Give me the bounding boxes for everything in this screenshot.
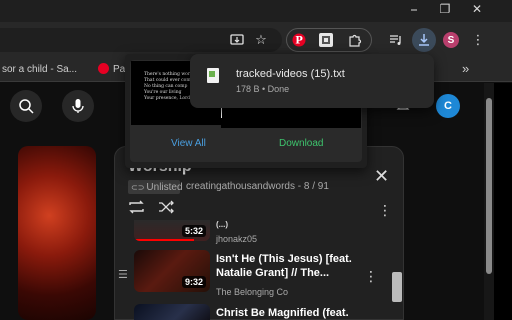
video-channel[interactable]: jhonakz05 bbox=[216, 234, 257, 244]
puzzle-icon[interactable] bbox=[344, 29, 366, 51]
close-playlist-button[interactable]: ✕ bbox=[374, 166, 389, 187]
search-button[interactable] bbox=[10, 90, 42, 122]
video-title[interactable]: (...) bbox=[216, 218, 358, 232]
video-player-thumbnail[interactable] bbox=[18, 146, 96, 320]
youtube-account-avatar[interactable]: C bbox=[436, 94, 460, 118]
watch-progress-bar bbox=[134, 239, 194, 241]
close-icon: ✕ bbox=[471, 2, 483, 16]
drag-handle-icon[interactable]: ☰ bbox=[118, 268, 128, 281]
download-filename[interactable]: tracked-videos (15).txt bbox=[236, 68, 345, 80]
visibility-label: Unlisted bbox=[146, 181, 183, 193]
window-edge bbox=[494, 83, 512, 320]
page-scrollbar-thumb[interactable] bbox=[486, 98, 492, 274]
playlist-more-icon[interactable]: ⋮ bbox=[378, 202, 392, 219]
view-all-button[interactable]: View All bbox=[171, 138, 206, 149]
link-icon: ⊂⊃ bbox=[131, 182, 145, 192]
text-file-icon bbox=[207, 68, 219, 83]
video-more-icon[interactable]: ⋮ bbox=[364, 268, 378, 285]
microphone-icon bbox=[72, 99, 84, 113]
playlist-scrollbar[interactable] bbox=[392, 272, 402, 302]
download-bubble bbox=[190, 54, 434, 108]
video-thumbnail[interactable]: 9:32 bbox=[134, 250, 210, 292]
visibility-badge: ⊂⊃ Unlisted bbox=[128, 180, 183, 194]
bookmark-item-1[interactable]: sor a child - Sa... bbox=[2, 64, 77, 75]
profile-avatar[interactable]: S bbox=[443, 32, 459, 48]
playlist-position: - 8 / 91 bbox=[297, 181, 329, 192]
bookmarks-overflow-button[interactable]: » bbox=[462, 61, 469, 76]
playlist-owner[interactable]: creatingathousandwords bbox=[186, 181, 295, 192]
restore-button[interactable]: ❐ bbox=[428, 0, 462, 18]
preview-strip bbox=[221, 108, 361, 128]
loop-icon[interactable] bbox=[128, 200, 145, 218]
video-duration: 9:32 bbox=[181, 276, 206, 288]
profile-letter: S bbox=[447, 34, 455, 46]
extension-custom-icon[interactable] bbox=[315, 29, 337, 51]
close-window-button[interactable]: ✕ bbox=[460, 0, 494, 18]
account-letter: C bbox=[444, 100, 452, 112]
restore-icon: ❐ bbox=[439, 2, 451, 16]
playlist-meta: creatingathousandwords - 8 / 91 bbox=[186, 181, 329, 192]
media-controls-icon[interactable] bbox=[385, 29, 407, 51]
video-channel[interactable]: The Belonging Co bbox=[216, 287, 288, 297]
minimize-button[interactable]: ⎯ bbox=[397, 0, 431, 18]
video-title[interactable]: Isn't He (This Jesus) [feat. Natalie Gra… bbox=[216, 252, 358, 280]
bookmark-star-icon[interactable]: ☆ bbox=[250, 29, 272, 51]
minimize-icon: ⎯ bbox=[410, 1, 417, 16]
menu-icon[interactable]: ⋮ bbox=[467, 29, 489, 51]
search-icon bbox=[19, 99, 34, 114]
download-status: 178 B • Done bbox=[236, 84, 290, 94]
download-file-button[interactable]: Download bbox=[279, 138, 323, 149]
video-title[interactable]: Christ Be Magnified (feat. bbox=[216, 306, 358, 320]
shuffle-icon[interactable] bbox=[158, 200, 175, 218]
svg-text:P: P bbox=[295, 36, 303, 47]
pinterest-icon[interactable]: P bbox=[288, 29, 310, 51]
video-thumbnail[interactable] bbox=[134, 304, 210, 320]
video-thumbnail[interactable]: 5:32 bbox=[134, 220, 210, 241]
pinterest-bookmark-icon bbox=[98, 63, 109, 74]
bookmark-item-2[interactable]: Pa bbox=[113, 64, 125, 75]
video-duration: 5:32 bbox=[181, 225, 206, 237]
voice-search-button[interactable] bbox=[62, 90, 94, 122]
download-icon[interactable] bbox=[413, 29, 435, 51]
install-app-icon[interactable] bbox=[226, 29, 248, 51]
